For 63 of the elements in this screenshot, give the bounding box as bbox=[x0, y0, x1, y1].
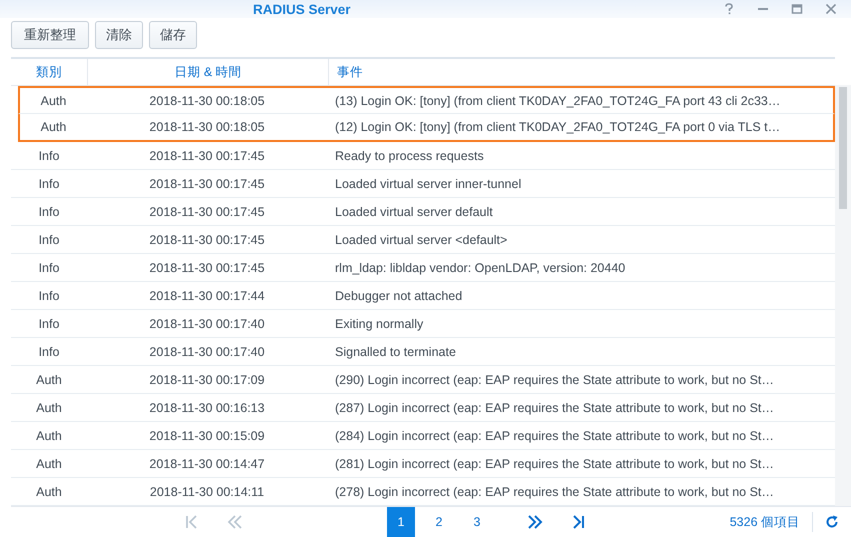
table-cell-text: (13) Login OK: [tony] (from client TK0DAY_2FA0_TOT24G_FA port 43 cli 2c33… bbox=[334, 94, 782, 108]
table-cell-text: 2018-11-30 00:17:40 bbox=[148, 316, 266, 330]
table-cell-text: (290) Login incorrect (eap: EAP requires the State attribute to work, but no St… bbox=[334, 372, 775, 386]
next-page-icon[interactable] bbox=[527, 515, 543, 529]
item-count: 5326 個項目 bbox=[730, 514, 800, 530]
table-cell-text: Auth bbox=[40, 94, 68, 108]
column-header[interactable]: 類別 bbox=[11, 59, 88, 85]
table-cell-text: (12) Login OK: [tony] (from client TK0DAY_2FA0_TOT24G_FA port 0 via TLS t… bbox=[334, 120, 782, 134]
table-cell-text: (281) Login incorrect (eap: EAP requires the State attribute to work, but no St… bbox=[334, 456, 775, 470]
table-cell-text: Auth bbox=[35, 456, 63, 470]
maximize-icon[interactable] bbox=[791, 3, 803, 15]
table-cell-text: 2018-11-30 00:17:45 bbox=[148, 260, 266, 274]
table-cell-text: Auth bbox=[40, 120, 68, 134]
table-cell-text: 2018-11-30 00:17:45 bbox=[148, 232, 266, 246]
last-page-icon[interactable] bbox=[571, 515, 585, 529]
table-cell-text: 2018-11-30 00:17:45 bbox=[148, 148, 266, 162]
table-cell-text: Exiting normally bbox=[334, 316, 424, 330]
table-cell-text: Auth bbox=[35, 400, 63, 414]
table-cell-text: 2018-11-30 00:14:11 bbox=[148, 484, 266, 498]
table-cell-text: 2018-11-30 00:17:45 bbox=[148, 176, 266, 190]
toolbar-button[interactable]: 重新整理 bbox=[11, 21, 89, 49]
table-cell-text: Auth bbox=[35, 372, 63, 386]
table-cell-text: 2018-11-30 00:17:09 bbox=[148, 372, 266, 386]
table-cell-text: 2018-11-30 00:15:09 bbox=[148, 428, 266, 442]
table-cell-text: (284) Login incorrect (eap: EAP requires the State attribute to work, but no St… bbox=[334, 428, 775, 442]
toolbar-button[interactable]: 清除 bbox=[95, 21, 143, 49]
table-cell-text: Info bbox=[38, 176, 60, 190]
table-cell-text: 2018-11-30 00:17:44 bbox=[148, 288, 266, 302]
table-cell-text: Info bbox=[38, 288, 60, 302]
table-cell-text: (287) Login incorrect (eap: EAP requires the State attribute to work, but no St… bbox=[334, 400, 775, 414]
scrollbar[interactable] bbox=[835, 85, 851, 506]
table-cell-text: 2018-11-30 00:16:13 bbox=[148, 400, 266, 414]
help-icon[interactable] bbox=[723, 3, 735, 15]
toolbar-button[interactable]: 儲存 bbox=[149, 21, 197, 49]
table-cell-text: Auth bbox=[35, 428, 63, 442]
table-cell-text: Loaded virtual server <default> bbox=[334, 232, 508, 246]
table-cell-text: Signalled to terminate bbox=[334, 344, 457, 358]
table-cell-text: Info bbox=[38, 316, 60, 330]
close-icon[interactable] bbox=[825, 3, 837, 15]
window-title: RADIUS Server bbox=[253, 2, 351, 16]
table-cell-text: Info bbox=[38, 232, 60, 246]
table-cell-text: rlm_ldap: libldap vendor: OpenLDAP, version: 20440 bbox=[334, 260, 626, 274]
column-header[interactable]: 事件 bbox=[329, 59, 835, 85]
table-cell-text: 2018-11-30 00:14:47 bbox=[148, 456, 266, 470]
table-cell-text: Loaded virtual server inner-tunnel bbox=[334, 176, 522, 190]
table-cell-text: Info bbox=[38, 344, 60, 358]
table-cell-text: Loaded virtual server default bbox=[334, 204, 494, 218]
table-cell-text: 2018-11-30 00:18:05 bbox=[148, 120, 266, 134]
page-button[interactable]: 3 bbox=[463, 507, 491, 537]
table-cell-text: 2018-11-30 00:18:05 bbox=[148, 94, 266, 108]
refresh-icon[interactable] bbox=[825, 515, 839, 529]
table-cell-text: Info bbox=[38, 204, 60, 218]
column-header[interactable]: 日期 & 時間 bbox=[88, 59, 329, 85]
table-cell-text: Auth bbox=[35, 484, 63, 498]
table-cell-text: (278) Login incorrect (eap: EAP requires the State attribute to work, but no St… bbox=[334, 484, 775, 498]
page-button[interactable]: 1 bbox=[387, 507, 415, 537]
page-button[interactable]: 2 bbox=[425, 507, 453, 537]
table-cell-text: Info bbox=[38, 148, 60, 162]
table-cell-text: 2018-11-30 00:17:45 bbox=[148, 204, 266, 218]
table-cell-text: Ready to process requests bbox=[334, 148, 485, 162]
table-cell-text: Debugger not attached bbox=[334, 288, 464, 302]
table-cell-text: Info bbox=[38, 260, 60, 274]
table-cell-text: 2018-11-30 00:17:40 bbox=[148, 344, 266, 358]
